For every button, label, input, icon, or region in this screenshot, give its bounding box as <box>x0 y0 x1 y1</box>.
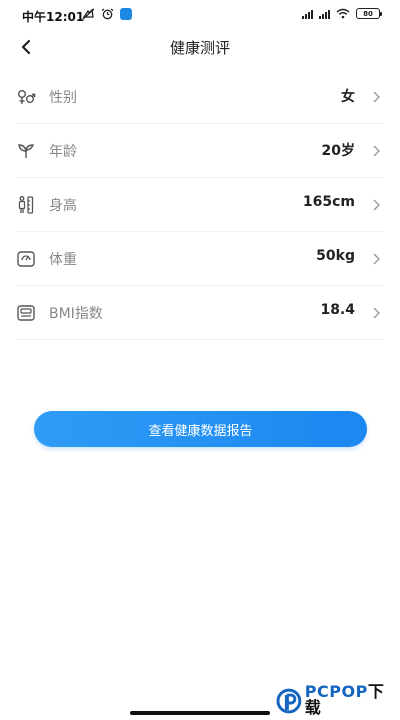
list-item-value: 165cm <box>302 194 355 210</box>
list-item-bmi[interactable]: BMI指数 18.4 <box>0 286 400 340</box>
list-item-value: 20岁 <box>321 143 355 159</box>
list-item-label: 体重 <box>49 252 77 268</box>
signal-icon <box>302 9 313 19</box>
list-item-value: 女 <box>341 89 355 105</box>
page-title: 健康测评 <box>169 39 230 57</box>
list-item-label: 身高 <box>49 198 77 214</box>
gender-icon <box>18 90 36 104</box>
pcpop-logo-icon <box>276 688 302 714</box>
list-item-height[interactable]: 身高 165cm <box>0 178 400 232</box>
watermark-brand: PCPOP下载 <box>305 684 400 716</box>
status-time: 中午12:01 <box>22 10 85 24</box>
status-icons-left <box>82 8 132 20</box>
nav-bar: 健康测评 <box>0 30 400 64</box>
watermark: PCPOP下载 <box>276 684 400 718</box>
battery-icon: 80 <box>356 8 382 19</box>
watermark-text: PCPOP下载 <box>305 684 400 718</box>
home-indicator[interactable] <box>130 711 270 715</box>
scale-icon <box>17 251 35 267</box>
app-notification-icon <box>120 8 132 20</box>
view-report-button[interactable]: 查看健康数据报告 <box>34 411 367 447</box>
muted-notification-icon <box>82 8 95 20</box>
profile-list: 性别 女 年龄 20岁 身高 165cm 体重 50kg BMI指数 18.4 <box>0 70 400 340</box>
chevron-right-icon <box>373 199 380 211</box>
status-bar: 中午12:01 80 <box>0 0 400 30</box>
list-item-label: BMI指数 <box>49 306 103 322</box>
list-item-weight[interactable]: 体重 50kg <box>0 232 400 286</box>
chevron-right-icon <box>373 253 380 265</box>
list-item-gender[interactable]: 性别 女 <box>0 70 400 124</box>
list-item-value: 18.4 <box>320 302 355 318</box>
sprout-icon <box>18 144 35 158</box>
list-item-label: 性别 <box>49 90 77 106</box>
wifi-icon <box>336 8 350 19</box>
height-icon <box>18 196 34 214</box>
chevron-right-icon <box>373 145 380 157</box>
list-item-label: 年龄 <box>49 144 77 160</box>
alarm-icon <box>101 8 114 20</box>
bmi-icon <box>17 305 35 321</box>
chevron-right-icon <box>373 307 380 319</box>
list-item-value: 50kg <box>316 248 355 264</box>
list-item-age[interactable]: 年龄 20岁 <box>0 124 400 178</box>
signal-icon-2 <box>319 9 330 19</box>
chevron-right-icon <box>373 91 380 103</box>
status-icons-right: 80 <box>302 8 382 19</box>
